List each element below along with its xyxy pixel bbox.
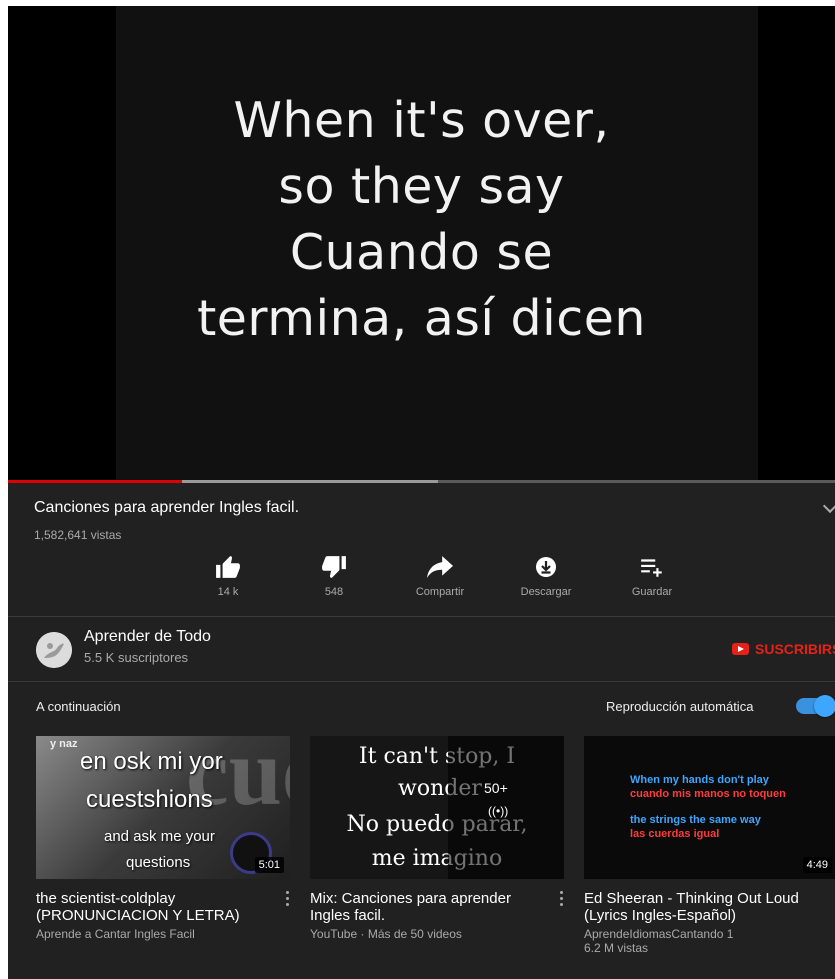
card-title[interactable]: Ed Sheeran - Thinking Out Loud (Lyrics I… <box>584 890 814 924</box>
lyric-line: When it's over, <box>233 92 610 149</box>
thumbnail-text: y naz <box>50 738 78 750</box>
lyric-line: Cuando se <box>289 224 554 281</box>
like-count: 14 k <box>217 586 239 598</box>
subscriber-count: 5.5 K suscriptores <box>84 650 189 665</box>
up-next-list: cue y naz en osk mi yor cuestshions and … <box>8 736 835 979</box>
youtube-logo-icon <box>732 643 749 655</box>
divider <box>8 681 835 682</box>
divider <box>8 616 835 617</box>
duration-badge: 4:49 <box>802 857 832 873</box>
share-label: Compartir <box>415 586 465 598</box>
playlist-add-icon <box>641 559 662 577</box>
duration-badge: 5:01 <box>254 857 284 873</box>
thumbnail-text: questions <box>126 854 191 871</box>
autoplay-label: Reproducción automática <box>606 699 754 714</box>
save-button[interactable]: Guardar <box>607 556 697 598</box>
lyric-line: termina, así dicen <box>197 290 646 347</box>
video-card[interactable]: cue y naz en osk mi yor cuestshions and … <box>36 736 292 941</box>
mix-count: 50+ <box>484 780 508 796</box>
card-views: 6.2 M vistas <box>584 941 649 955</box>
autoplay-toggle-knob[interactable] <box>814 695 835 717</box>
thumbnail-text: the strings the same way <box>630 814 761 826</box>
subscribe-label: SUSCRIBIRS <box>755 641 835 657</box>
download-icon <box>536 557 556 577</box>
share-button[interactable]: Compartir <box>395 556 485 598</box>
dislike-button[interactable]: 548 <box>289 556 379 598</box>
dislike-count: 548 <box>324 586 344 598</box>
up-next-heading: A continuación <box>36 699 121 714</box>
video-thumbnail[interactable]: cue y naz en osk mi yor cuestshions and … <box>36 736 290 879</box>
card-title[interactable]: the scientist-coldplay (PRONUNCIACION Y … <box>36 890 266 924</box>
download-label: Descargar <box>520 586 572 598</box>
video-thumbnail[interactable]: It can't stop, I wonder No puedo parar, … <box>310 736 564 879</box>
thumbs-up-icon <box>216 556 240 578</box>
avatar[interactable] <box>36 632 72 668</box>
thumbs-down-icon <box>322 556 346 578</box>
thumbnail-text: and ask me your <box>104 828 215 845</box>
progress-bar[interactable] <box>8 480 835 483</box>
avatar-icon <box>36 632 72 668</box>
card-channel: AprendeIdiomasCantando 1 <box>584 927 734 941</box>
video-player[interactable]: When it's over, so they say Cuando se te… <box>8 6 835 483</box>
video-lyrics: When it's over, so they say Cuando se te… <box>8 88 835 352</box>
card-channel: Aprende a Cantar Ingles Facil <box>36 927 195 941</box>
subscribe-button[interactable]: SUSCRIBIRS <box>732 640 835 658</box>
thumbnail-text: las cuerdas igual <box>630 828 720 840</box>
youtube-app: When it's over, so they say Cuando se te… <box>8 6 835 979</box>
mix-card[interactable]: It can't stop, I wonder No puedo parar, … <box>310 736 566 941</box>
action-bar: 14 k 548 Compartir Descargar Guardar <box>183 556 683 606</box>
video-card[interactable]: When my hands don't play cuando mis mano… <box>584 736 835 955</box>
progress-played <box>8 480 182 483</box>
thumbnail-text: en osk mi yor <box>80 748 223 775</box>
channel-name[interactable]: Aprender de Todo <box>84 628 211 646</box>
card-meta: YouTube · Más de 50 videos <box>310 927 462 941</box>
lyric-line: so they say <box>278 158 565 215</box>
download-button[interactable]: Descargar <box>501 556 591 598</box>
video-thumbnail[interactable]: When my hands don't play cuando mis mano… <box>584 736 835 879</box>
card-title[interactable]: Mix: Canciones para aprender Ingles faci… <box>310 890 540 924</box>
chevron-down-icon[interactable] <box>822 498 835 514</box>
thumbnail-text: When my hands don't play <box>630 774 769 786</box>
more-options-icon[interactable] <box>286 891 290 907</box>
view-count: 1,582,641 vistas <box>34 528 122 542</box>
mix-broadcast-icon: ((•)) <box>488 804 509 818</box>
share-icon <box>427 556 453 578</box>
thumbnail-text: cuestshions <box>86 786 213 813</box>
thumbnail-text: cuando mis manos no toquen <box>630 788 786 800</box>
more-options-icon[interactable] <box>560 891 564 907</box>
like-button[interactable]: 14 k <box>183 556 273 598</box>
video-title[interactable]: Canciones para aprender Ingles facil. <box>34 499 299 517</box>
save-label: Guardar <box>631 586 673 598</box>
